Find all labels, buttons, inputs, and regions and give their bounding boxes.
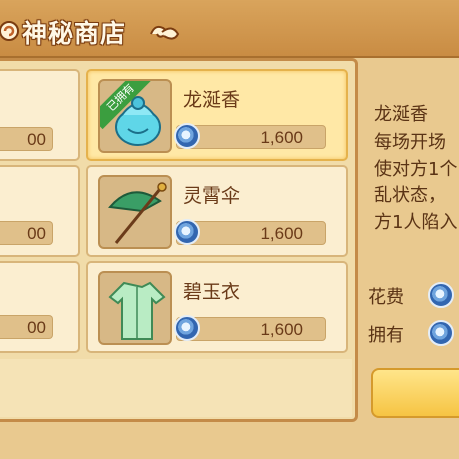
goods-slot-left-3[interactable]: 00 xyxy=(0,261,80,353)
goods-slot-lingxiaosan[interactable]: 灵霄伞 1,600 xyxy=(86,165,348,257)
goods-slot-left-1[interactable]: 00 xyxy=(0,69,80,161)
jade-robe-icon xyxy=(108,281,166,340)
spirit-coin-icon xyxy=(174,123,200,149)
price-value: 1,600 xyxy=(260,128,303,147)
umbrella-icon xyxy=(108,182,167,244)
price-value: 00 xyxy=(27,130,46,149)
item-thumbnail: 已拥有 xyxy=(98,79,172,153)
goods-slot-longxianxiang[interactable]: 已拥有 龙涎香 1,600 xyxy=(86,69,348,161)
goods-slot-biyuyi[interactable]: 碧玉衣 1,600 xyxy=(86,261,348,353)
detail-item-name: 龙涎香 xyxy=(374,104,428,125)
spirit-coin-icon xyxy=(428,320,454,346)
goods-panel: 00 00 00 已拥有 龙涎香 1,600 灵霄伞 1,600 碧玉衣 1,6… xyxy=(0,58,358,422)
price-box: 00 xyxy=(0,127,53,151)
price-value: 1,600 xyxy=(260,320,303,339)
price-value: 1,600 xyxy=(260,224,303,243)
goods-slot-left-2[interactable]: 00 xyxy=(0,165,80,257)
shop-title: 神秘商店 xyxy=(22,19,127,48)
item-thumbnail xyxy=(98,175,172,249)
own-label: 拥有 xyxy=(368,325,404,346)
spirit-coin-icon xyxy=(174,219,200,245)
cost-label: 花费 xyxy=(368,287,404,308)
goods-empty-row xyxy=(0,359,352,417)
detail-description: 每场开场 使对方1个 乱状态， 方1人陷入 xyxy=(374,132,458,233)
buy-button[interactable] xyxy=(371,368,459,418)
item-name: 碧玉衣 xyxy=(183,281,241,303)
item-thumbnail xyxy=(98,271,172,345)
title-bar: 神秘商店 xyxy=(0,0,459,58)
spirit-coin-icon xyxy=(428,282,454,308)
price-value: 00 xyxy=(27,318,46,337)
price-value: 00 xyxy=(27,224,46,243)
item-name: 灵霄伞 xyxy=(183,185,241,207)
swirl-left-icon xyxy=(0,21,19,41)
item-name: 龙涎香 xyxy=(183,89,241,111)
swirl-right-icon xyxy=(150,25,180,40)
price-box: 00 xyxy=(0,315,53,339)
price-box: 00 xyxy=(0,221,53,245)
spirit-coin-icon xyxy=(174,315,200,341)
